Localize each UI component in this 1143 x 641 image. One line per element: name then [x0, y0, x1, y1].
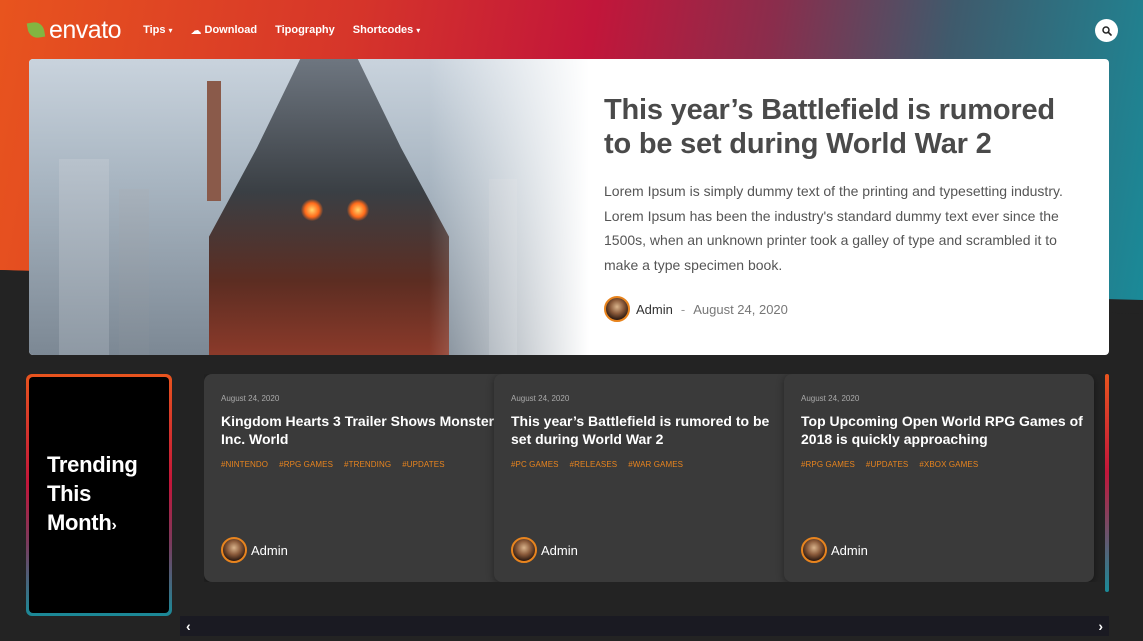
post-title[interactable]: This year’s Battlefield is rumored to be…	[511, 412, 783, 448]
tag-link[interactable]: #UPDATES	[866, 460, 908, 469]
nav-item-shortcodes[interactable]: Shortcodes ▾	[353, 24, 421, 36]
chevron-right-icon: ›	[111, 517, 117, 534]
search-button[interactable]	[1095, 19, 1118, 42]
post-date: August 24, 2020	[221, 394, 280, 403]
post-author[interactable]: Admin	[801, 537, 868, 563]
author-name: Admin	[251, 542, 288, 558]
featured-text: This year’s Battlefield is rumored to be…	[604, 93, 1074, 322]
nav-item-tips[interactable]: Tips ▾	[143, 24, 172, 36]
chevron-down-icon: ▾	[168, 25, 173, 35]
trending-posts-carousel: August 24, 2020 Kingdom Hearts 3 Trailer…	[204, 374, 1106, 582]
site-logo[interactable]: envato	[26, 15, 122, 45]
post-card[interactable]: August 24, 2020 Top Upcoming Open World …	[784, 374, 1094, 582]
author-name: Admin	[541, 542, 578, 558]
nav-item-label: Shortcodes	[352, 24, 414, 36]
site-header: envato Tips ▾ ☁ Download Tipography Shor…	[0, 0, 1143, 60]
nav-item-label: Tipography	[275, 24, 335, 36]
avatar[interactable]	[604, 296, 630, 322]
nav-item-tipography[interactable]: Tipography	[275, 24, 335, 36]
search-icon	[1101, 25, 1112, 36]
avatar	[511, 537, 537, 563]
featured-meta: Admin - August 24, 2020	[604, 296, 1074, 322]
post-date: August 24, 2020	[511, 394, 570, 403]
post-title[interactable]: Kingdom Hearts 3 Trailer Shows Monsters …	[221, 412, 511, 448]
tag-link[interactable]: #XBOX GAMES	[919, 460, 978, 469]
tag-link[interactable]: #RPG GAMES	[801, 460, 855, 469]
chevron-left-icon[interactable]: ‹	[186, 619, 191, 633]
chevron-down-icon: ▾	[416, 25, 421, 35]
nav-item-label: Download	[204, 24, 258, 36]
avatar	[221, 537, 247, 563]
tag-link[interactable]: #TRENDING	[344, 460, 391, 469]
meta-separator: -	[680, 301, 686, 317]
tag-link[interactable]: #RPG GAMES	[279, 460, 333, 469]
trending-this-month-card[interactable]: Trending This Month›	[26, 374, 172, 616]
author-name[interactable]: Admin	[636, 302, 673, 317]
carousel-scrollbar[interactable]: ‹ ›	[180, 616, 1109, 636]
author-name: Admin	[831, 542, 868, 558]
trending-label: Trending This Month›	[47, 452, 138, 535]
post-date: August 24, 2020	[693, 301, 788, 317]
post-author[interactable]: Admin	[511, 537, 578, 563]
post-card[interactable]: August 24, 2020 This year’s Battlefield …	[494, 374, 804, 582]
post-card[interactable]: August 24, 2020 Kingdom Hearts 3 Trailer…	[204, 374, 514, 582]
tag-list: #NINTENDO #RPG GAMES #TRENDING #UPDATES	[221, 460, 514, 469]
main-nav: Tips ▾ ☁ Download Tipography Shortcodes …	[143, 24, 420, 37]
featured-title[interactable]: This year’s Battlefield is rumored to be…	[604, 93, 1074, 161]
tag-link[interactable]: #WAR GAMES	[628, 460, 683, 469]
avatar	[801, 537, 827, 563]
tag-link[interactable]: #NINTENDO	[221, 460, 268, 469]
logo-text: envato	[49, 15, 122, 44]
post-date: August 24, 2020	[801, 394, 860, 403]
tag-link[interactable]: #PC GAMES	[511, 460, 559, 469]
nav-item-download[interactable]: ☁ Download	[191, 24, 258, 37]
cloud-download-icon: ☁	[190, 24, 202, 37]
leaf-icon	[26, 20, 46, 40]
featured-excerpt: Lorem Ipsum is simply dummy text of the …	[604, 183, 1063, 273]
next-card-edge	[1105, 374, 1109, 592]
tag-link[interactable]: #UPDATES	[402, 460, 444, 469]
glowing-eyes	[301, 199, 371, 225]
tag-list: #RPG GAMES #UPDATES #XBOX GAMES	[801, 460, 1094, 469]
nav-item-label: Tips	[143, 24, 166, 36]
chevron-right-icon[interactable]: ›	[1098, 619, 1103, 633]
tag-link[interactable]: #RELEASES	[570, 460, 618, 469]
post-title[interactable]: Top Upcoming Open World RPG Games of 201…	[801, 412, 1091, 448]
post-author[interactable]: Admin	[221, 537, 288, 563]
featured-post[interactable]: This year’s Battlefield is rumored to be…	[29, 59, 1109, 355]
featured-image[interactable]	[29, 59, 589, 355]
tag-list: #PC GAMES #RELEASES #WAR GAMES	[511, 460, 804, 469]
